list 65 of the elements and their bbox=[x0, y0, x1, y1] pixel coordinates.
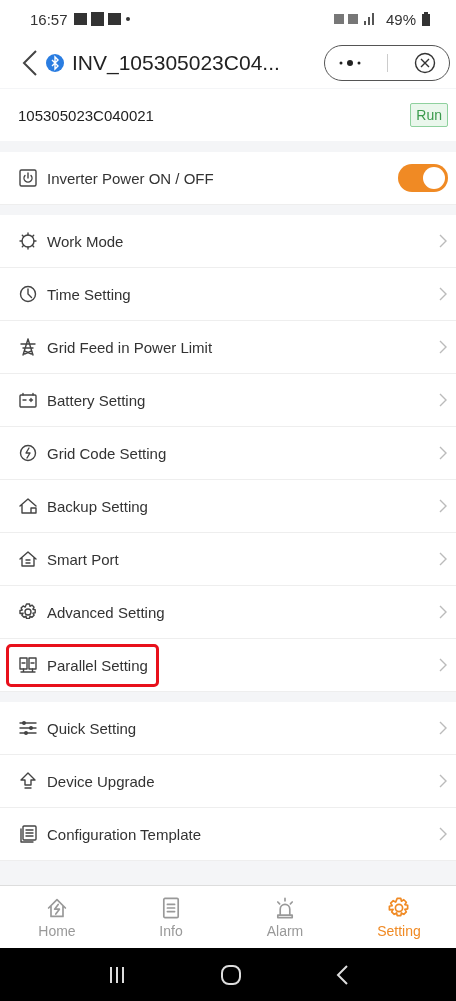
setting-label: Grid Code Setting bbox=[47, 444, 168, 462]
settings-item[interactable]: Grid Feed in Power Limit bbox=[0, 321, 456, 374]
settings-item[interactable]: Smart Port bbox=[0, 533, 456, 586]
setting-label: Inverter Power ON / OFF bbox=[47, 169, 215, 187]
gear-icon bbox=[18, 231, 38, 251]
page-title: INV_105305023C04... bbox=[72, 51, 281, 75]
chevron-right-icon bbox=[438, 658, 448, 672]
serial-number: 105305023C040021 bbox=[18, 106, 154, 124]
settings-item[interactable]: Quick Setting bbox=[0, 702, 456, 755]
setting-label: Time Setting bbox=[47, 285, 132, 303]
clock-icon bbox=[18, 284, 38, 304]
battery-icon bbox=[422, 12, 430, 26]
setting-label: Advanced Setting bbox=[47, 603, 166, 621]
grid-code-icon bbox=[18, 443, 38, 463]
setting-label: Grid Feed in Power Limit bbox=[47, 338, 214, 356]
chevron-right-icon bbox=[438, 721, 448, 735]
chevron-right-icon bbox=[438, 499, 448, 513]
chevron-right-icon bbox=[438, 605, 448, 619]
setting-label: Configuration Template bbox=[47, 825, 202, 843]
chevron-right-icon bbox=[438, 234, 448, 248]
power-icon bbox=[18, 168, 38, 188]
power-toggle[interactable] bbox=[398, 164, 448, 192]
settings-item[interactable]: Backup Setting bbox=[0, 480, 456, 533]
settings-item[interactable]: Configuration Template bbox=[0, 808, 456, 861]
close-icon[interactable] bbox=[414, 52, 437, 74]
setting-label: Device Upgrade bbox=[47, 772, 156, 790]
chevron-right-icon bbox=[438, 827, 448, 841]
settings-item[interactable]: Battery Setting bbox=[0, 374, 456, 427]
settings-icon bbox=[18, 602, 38, 622]
chevron-right-icon bbox=[438, 340, 448, 354]
notification-icons bbox=[73, 11, 130, 27]
settings-item[interactable]: Advanced Setting bbox=[0, 586, 456, 639]
battery-icon bbox=[18, 390, 38, 410]
setting-label: Parallel Setting bbox=[9, 646, 156, 684]
setting-label: Battery Setting bbox=[47, 391, 147, 409]
home-icon[interactable] bbox=[220, 963, 242, 986]
settings-item[interactable]: Time Setting bbox=[0, 268, 456, 321]
settings-item[interactable]: Grid Code Setting bbox=[0, 427, 456, 480]
back-icon[interactable] bbox=[22, 49, 38, 77]
chevron-right-icon bbox=[438, 774, 448, 788]
house-icon bbox=[18, 496, 38, 516]
chevron-right-icon bbox=[438, 287, 448, 301]
house-icon bbox=[18, 549, 38, 569]
upload-arrow-icon bbox=[18, 771, 38, 791]
sliders-icon bbox=[18, 718, 38, 738]
document-icon bbox=[18, 824, 38, 844]
pylon-icon bbox=[18, 337, 38, 357]
setting-label: Work Mode bbox=[47, 232, 125, 250]
chevron-right-icon bbox=[438, 393, 448, 407]
settings-item[interactable]: Work Mode bbox=[0, 215, 456, 268]
battery-percentage: 49% bbox=[385, 10, 416, 28]
setting-label: Quick Setting bbox=[47, 719, 138, 737]
parallel-icon bbox=[18, 655, 38, 675]
setting-label: Backup Setting bbox=[47, 497, 149, 515]
status-time: 16:57 bbox=[30, 10, 68, 28]
status-badge: Run bbox=[410, 103, 448, 127]
settings-item[interactable]: Device Upgrade bbox=[0, 755, 456, 808]
setting-label: Smart Port bbox=[47, 550, 120, 568]
chevron-right-icon bbox=[438, 552, 448, 566]
house-icon bbox=[45, 896, 69, 920]
bluetooth-icon bbox=[46, 54, 64, 72]
settings-icon bbox=[387, 896, 411, 920]
more-icon[interactable] bbox=[337, 59, 362, 67]
settings-item[interactable]: Parallel Setting bbox=[0, 639, 456, 692]
chevron-right-icon bbox=[438, 446, 448, 460]
